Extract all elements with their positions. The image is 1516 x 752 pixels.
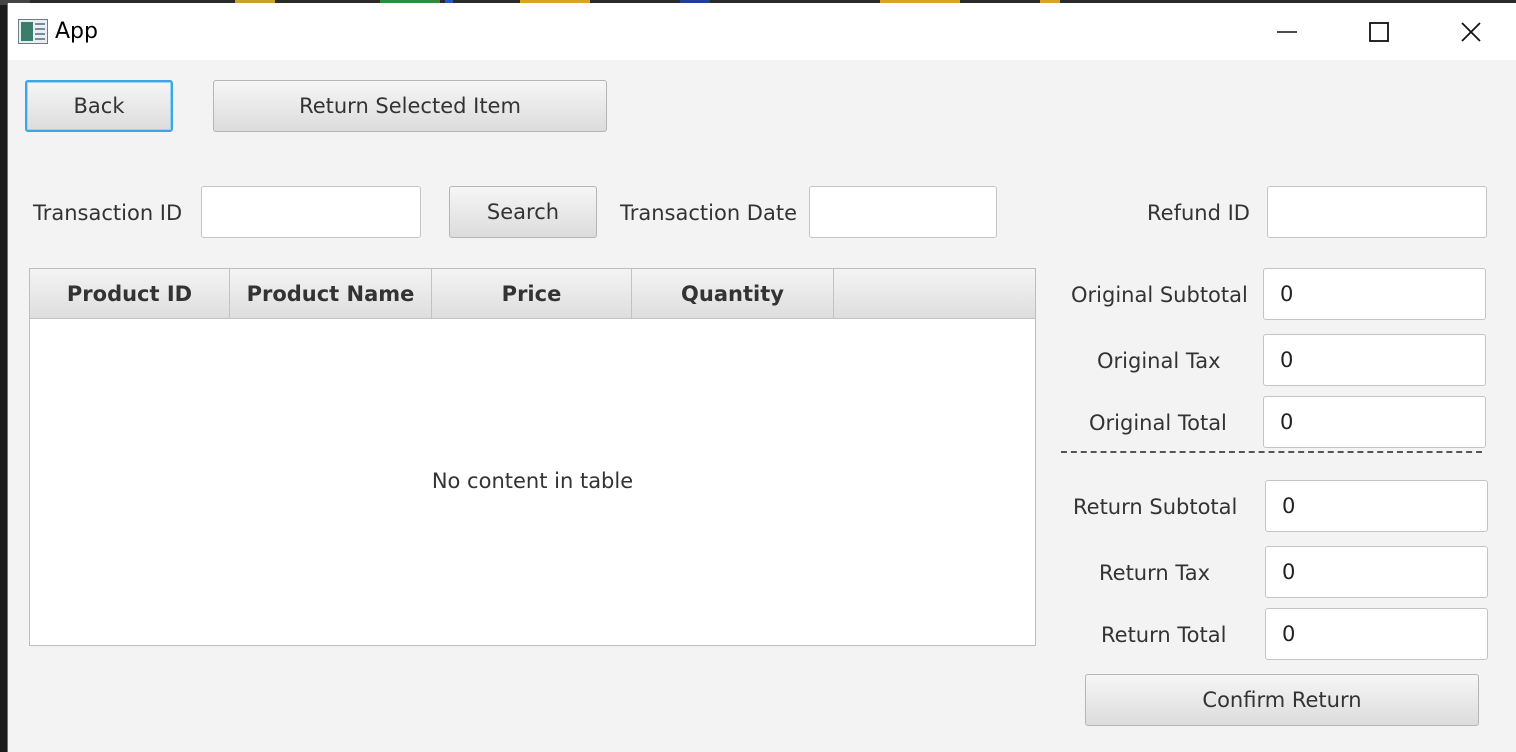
products-table[interactable]: Product ID Product Name Price Quantity N… (29, 268, 1036, 646)
close-icon (1461, 21, 1481, 42)
original-tax-field[interactable] (1263, 334, 1486, 386)
return-tax-field[interactable] (1265, 546, 1488, 598)
column-header-product-name[interactable]: Product Name (230, 269, 432, 318)
transaction-id-input[interactable] (201, 186, 421, 238)
maximize-icon (1369, 21, 1389, 42)
refund-id-input[interactable] (1267, 186, 1487, 238)
minimize-icon (1277, 30, 1297, 33)
return-tax-label: Return Tax (1099, 561, 1211, 585)
transaction-date-input[interactable] (809, 186, 997, 238)
original-total-label: Original Total (1089, 411, 1227, 435)
search-button[interactable]: Search (449, 186, 597, 238)
maximize-button[interactable] (1333, 3, 1425, 60)
column-header-price[interactable]: Price (432, 269, 632, 318)
return-selected-item-button[interactable]: Return Selected Item (213, 80, 607, 132)
original-subtotal-field[interactable] (1263, 268, 1486, 320)
refund-id-label: Refund ID (1147, 201, 1250, 225)
confirm-return-button[interactable]: Confirm Return (1085, 674, 1479, 726)
close-button[interactable] (1425, 3, 1516, 60)
table-header: Product ID Product Name Price Quantity (30, 269, 1035, 319)
transaction-id-label: Transaction ID (33, 201, 183, 225)
app-window: App Back Return Selected Item Transactio… (7, 3, 1516, 752)
return-subtotal-field[interactable] (1265, 480, 1488, 532)
minimize-button[interactable] (1241, 3, 1333, 60)
original-total-field[interactable] (1263, 396, 1486, 448)
back-button[interactable]: Back (25, 80, 173, 132)
table-empty-message: No content in table (431, 469, 634, 493)
original-subtotal-label: Original Subtotal (1071, 283, 1248, 307)
window-title: App (55, 19, 98, 44)
return-subtotal-label: Return Subtotal (1073, 495, 1238, 519)
return-total-field[interactable] (1265, 608, 1488, 660)
return-total-label: Return Total (1101, 623, 1227, 647)
column-header-empty[interactable] (834, 269, 1035, 318)
title-bar: App (8, 3, 1516, 60)
column-header-quantity[interactable]: Quantity (632, 269, 834, 318)
transaction-date-label: Transaction Date (620, 201, 798, 225)
app-window-icon (18, 19, 48, 44)
original-tax-label: Original Tax (1097, 349, 1221, 373)
column-header-product-id[interactable]: Product ID (30, 269, 230, 318)
summary-divider (1061, 451, 1482, 453)
